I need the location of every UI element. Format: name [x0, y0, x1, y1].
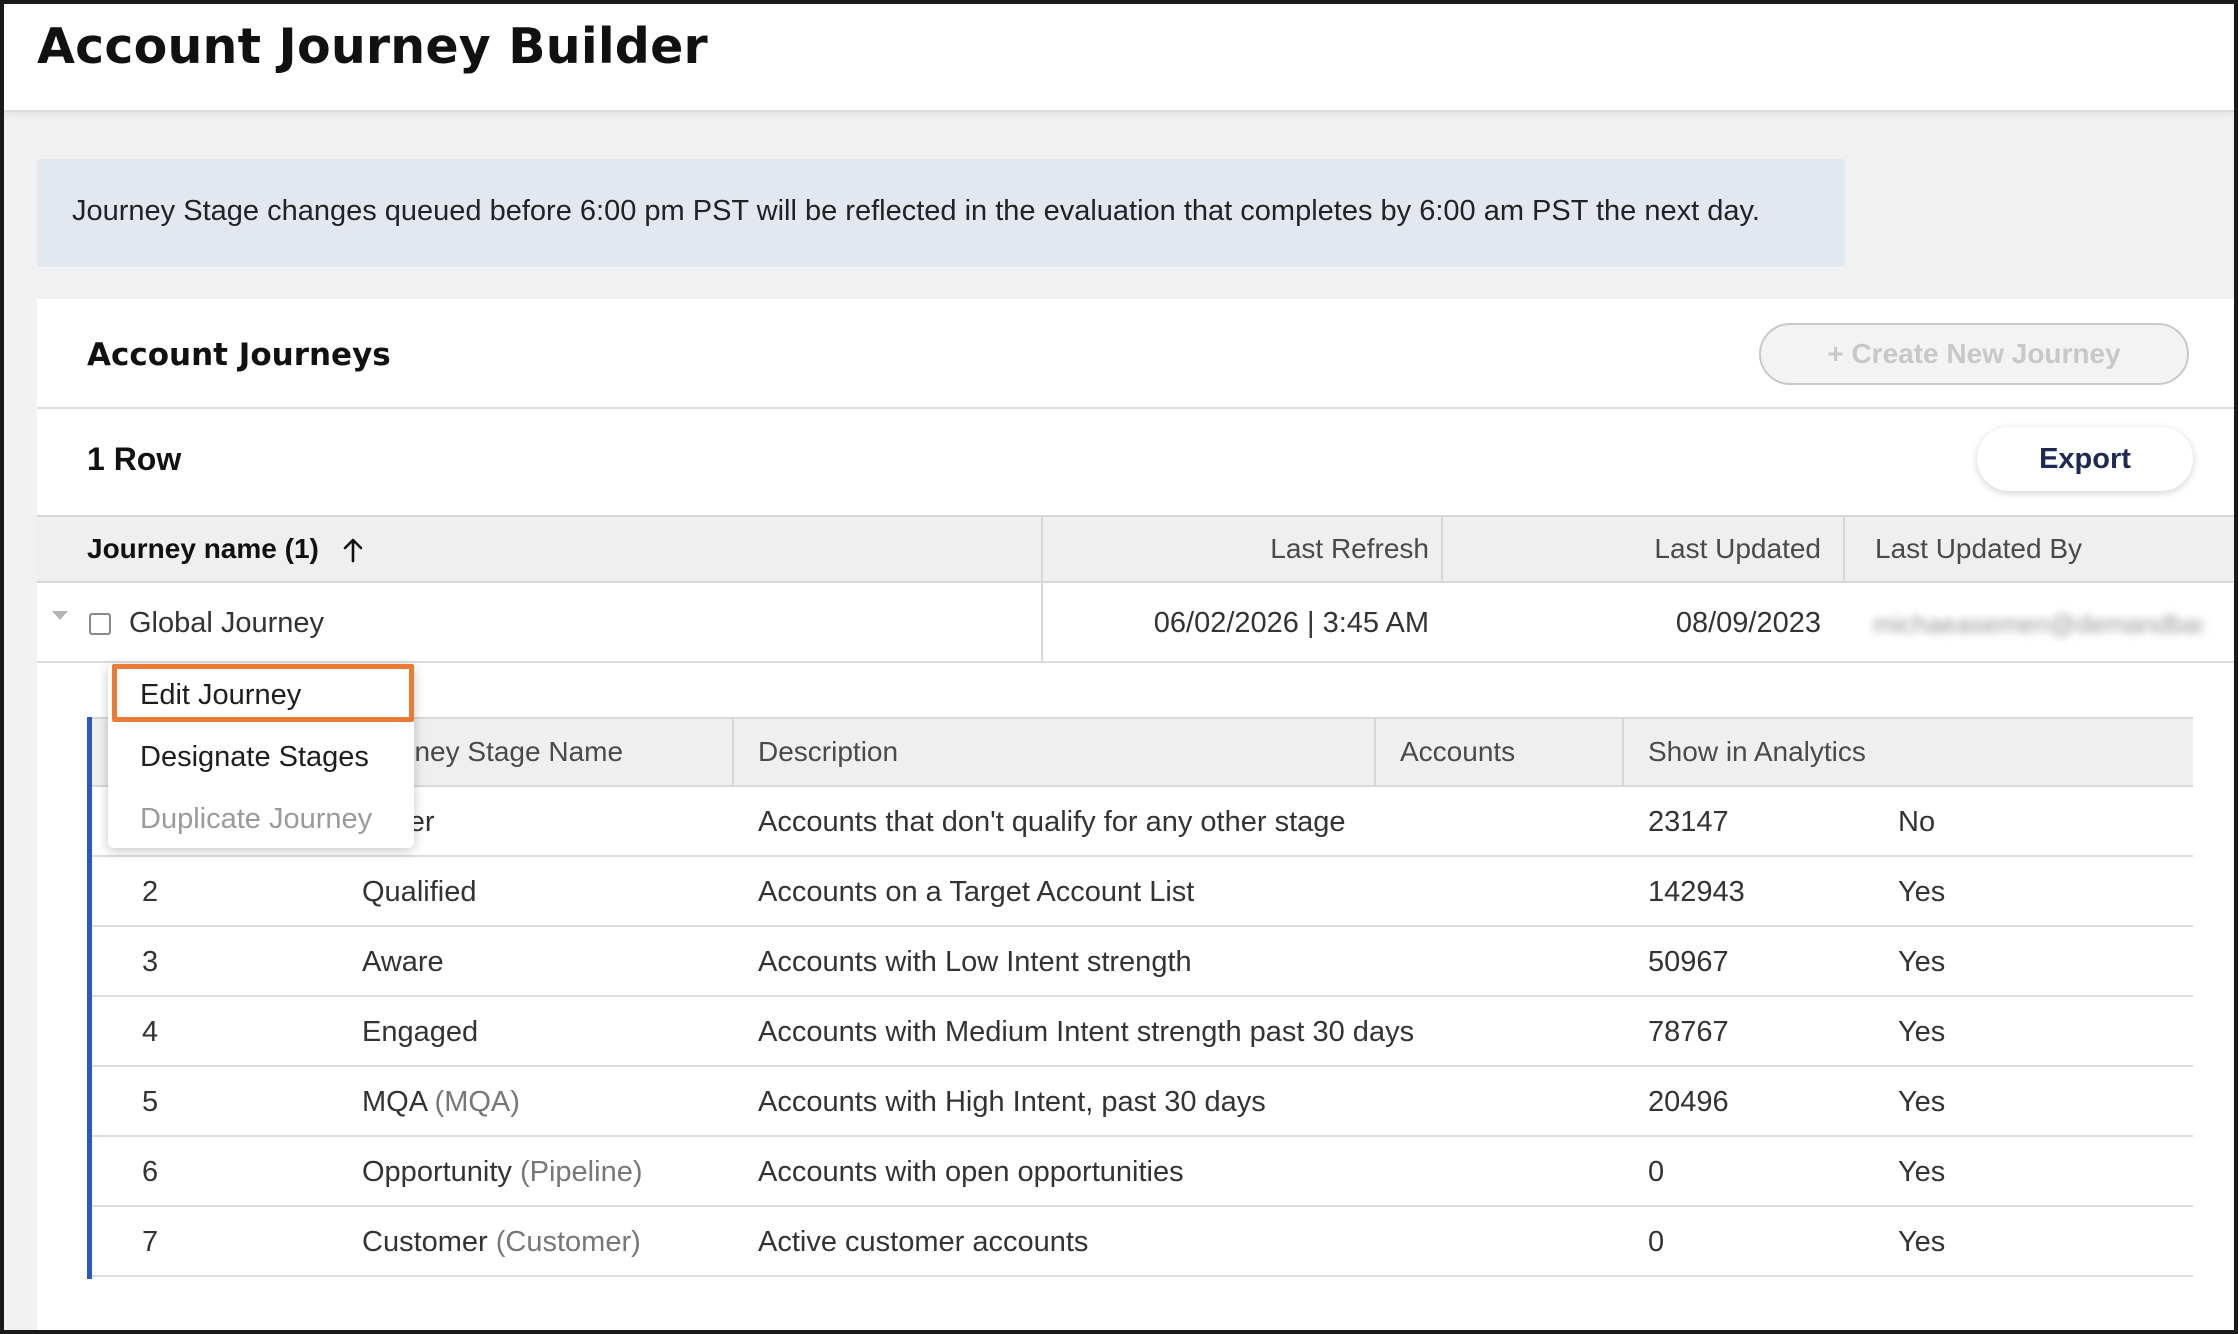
stage-description: Accounts that don't qualify for any othe…: [758, 806, 1346, 838]
app-header: Account Journey Builder: [4, 4, 2234, 112]
create-new-journey-button[interactable]: + Create New Journey: [1759, 323, 2189, 385]
column-header-show-in-analytics: Show in Analytics: [1622, 719, 2062, 785]
stage-description: Accounts with Medium Intent strength pas…: [758, 1016, 1415, 1048]
stage-show-in-analytics: Yes: [1898, 1016, 1946, 1048]
stage-name-text: Customer: [362, 1226, 488, 1258]
menu-item-duplicate-journey: Duplicate Journey: [140, 803, 373, 835]
stage-description: Accounts with Low Intent strength: [758, 946, 1192, 978]
stage-number: 7: [142, 1226, 159, 1258]
stage-name-text: Opportunity: [362, 1156, 512, 1188]
stage-number: 6: [142, 1156, 159, 1188]
stage-description: Accounts with High Intent, past 30 days: [758, 1086, 1266, 1118]
stage-name-text: MQA: [362, 1086, 427, 1118]
table-row: 7 Customer (Customer) Active customer ac…: [92, 1207, 2193, 1277]
highlight-box: [112, 664, 414, 722]
stage-description: Accounts with open opportunities: [758, 1156, 1184, 1188]
stage-show-in-analytics: Yes: [1898, 946, 1946, 978]
stage-show-in-analytics: Yes: [1898, 1226, 1946, 1258]
stage-accounts: 0: [1648, 1226, 1665, 1258]
stage-number: 4: [142, 1016, 159, 1048]
table-row: 5 MQA (MQA) Accounts with High Intent, p…: [92, 1067, 2193, 1137]
column-header-last-updated-by[interactable]: Last Updated By: [1843, 517, 2234, 581]
stage-show-in-analytics: Yes: [1898, 1086, 1946, 1118]
row-count: 1 Row: [87, 441, 182, 477]
app-window: Account Journey Builder Journey Stage ch…: [0, 0, 2238, 1334]
stage-description: Accounts on a Target Account List: [758, 876, 1195, 908]
stage-accounts: 50967: [1648, 946, 1729, 978]
stage-show-in-analytics: No: [1898, 806, 1936, 838]
table-row: 3 Aware Accounts with Low Intent strengt…: [92, 927, 2193, 997]
journey-name[interactable]: Global Journey: [129, 607, 324, 640]
stage-alias: (Customer): [495, 1226, 641, 1258]
table-row: 6 Opportunity (Pipeline) Accounts with o…: [92, 1137, 2193, 1207]
stage-number: 3: [142, 946, 159, 978]
column-header-accounts: Accounts: [1374, 719, 1622, 785]
column-header-last-refresh[interactable]: Last Refresh: [1041, 517, 1449, 581]
info-banner-text: Journey Stage changes queued before 6:00…: [72, 195, 1760, 227]
stage-name: Qualified: [362, 876, 477, 908]
last-updated-value: 08/09/2023: [1675, 607, 1821, 639]
stage-number: 5: [142, 1086, 159, 1118]
row-checkbox[interactable]: [89, 613, 111, 635]
sort-ascending-icon[interactable]: [341, 517, 365, 581]
page-title: Account Journey Builder: [37, 18, 708, 75]
stage-alias: (Pipeline): [519, 1156, 643, 1188]
stage-name: Engaged: [362, 1016, 479, 1048]
table-row: 4 Engaged Accounts with Medium Intent st…: [92, 997, 2193, 1067]
expand-caret-icon[interactable]: [52, 611, 68, 620]
stage-name: Opportunity (Pipeline): [362, 1156, 642, 1189]
stage-accounts: 0: [1648, 1156, 1665, 1188]
journeys-table-header: Journey name (1) Last Refresh Last Updat…: [37, 515, 2234, 583]
stage-show-in-analytics: Yes: [1898, 1156, 1946, 1188]
stage-show-in-analytics: Yes: [1898, 876, 1946, 908]
table-row: 2 Qualified Accounts on a Target Account…: [92, 857, 2193, 927]
stage-accounts: 20496: [1648, 1086, 1729, 1118]
table-row[interactable]: Global Journey 06/02/2026 | 3:45 AM 08/0…: [37, 583, 2234, 663]
info-banner: Journey Stage changes queued before 6:00…: [37, 159, 1845, 267]
table-toolbar: 1 Row Export: [37, 411, 2234, 511]
last-refresh-value: 06/02/2026 | 3:45 AM: [1153, 607, 1429, 639]
card-title: Account Journeys: [87, 337, 391, 373]
stage-accounts: 142943: [1648, 876, 1745, 908]
stage-alias: (MQA): [434, 1086, 520, 1118]
stage-accounts: 23147: [1648, 806, 1729, 838]
stage-name: Customer (Customer): [362, 1226, 641, 1259]
column-header-last-updated[interactable]: Last Updated: [1441, 517, 1843, 581]
column-header-journey-name[interactable]: Journey name (1): [87, 517, 319, 581]
column-header-description: Description: [732, 719, 1374, 785]
stage-accounts: 78767: [1648, 1016, 1729, 1048]
menu-item-designate-stages[interactable]: Designate Stages: [140, 741, 369, 774]
stage-description: Active customer accounts: [758, 1226, 1089, 1258]
stage-name: Aware: [362, 946, 444, 978]
last-updated-by-value: michaeasemen@demandbase.com: [1873, 609, 2203, 639]
stage-name: MQA (MQA): [362, 1086, 520, 1119]
card-header: Account Journeys + Create New Journey: [37, 299, 2234, 409]
stage-number: 2: [142, 876, 159, 908]
export-button[interactable]: Export: [1977, 427, 2193, 491]
